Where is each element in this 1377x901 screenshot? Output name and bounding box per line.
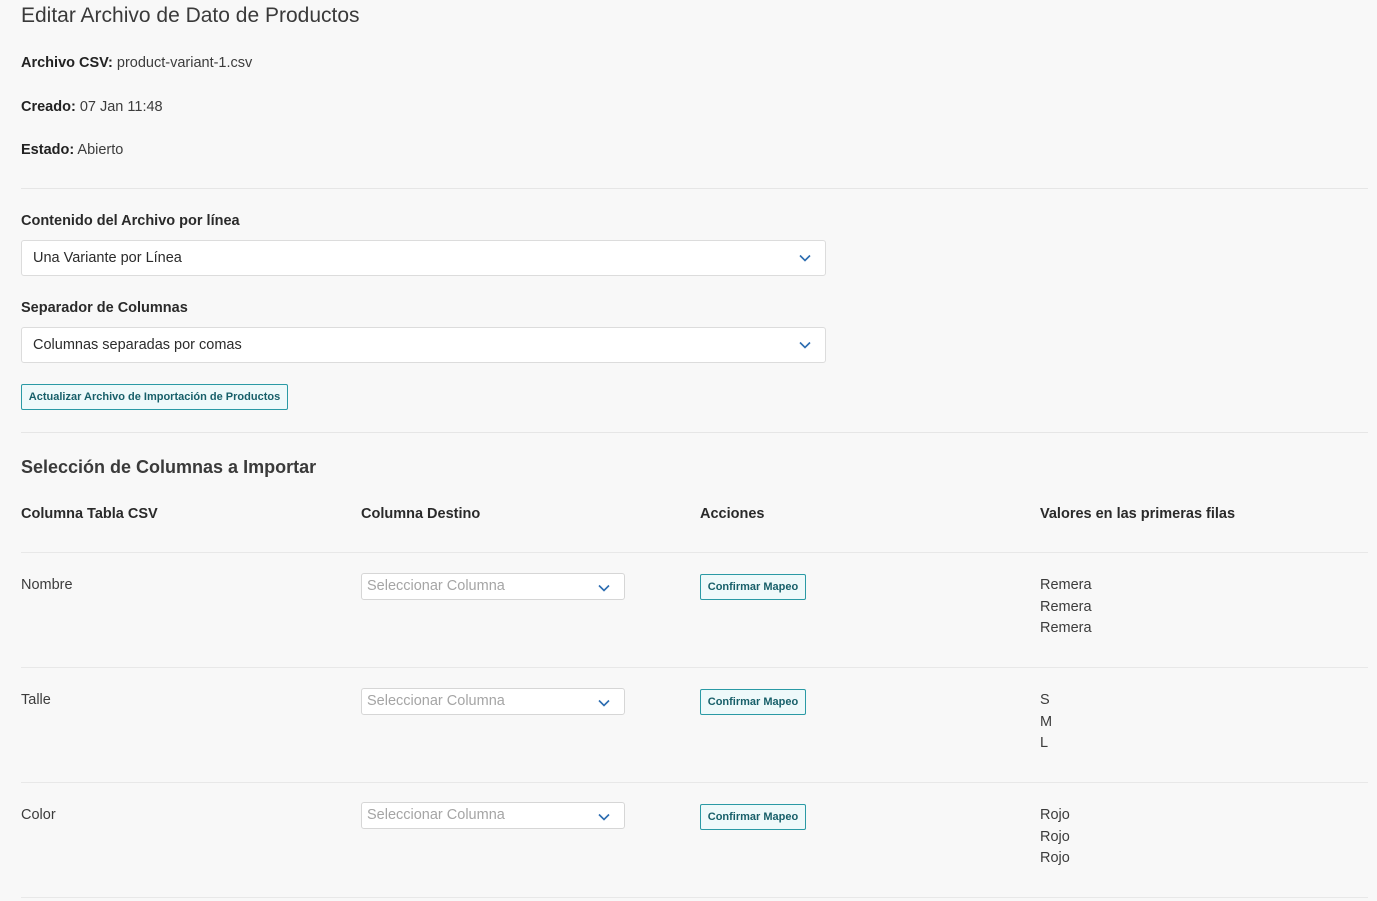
csv-column-name: Color <box>21 807 56 823</box>
created-label: Creado: <box>21 99 76 115</box>
column-separator-label: Separador de Columnas <box>21 300 188 316</box>
column-separator-value: Columnas separadas por comas <box>33 337 242 353</box>
column-separator-select[interactable]: Columnas separadas por comas <box>21 327 826 363</box>
created-value: 07 Jan 11:48 <box>79 99 163 115</box>
update-import-file-button[interactable]: Actualizar Archivo de Importación de Pro… <box>21 384 288 410</box>
content-per-line-label: Contenido del Archivo por línea <box>21 213 240 229</box>
confirm-mapping-button[interactable]: Confirmar Mapeo <box>700 804 806 830</box>
row-divider <box>21 782 1368 783</box>
chevron-down-icon <box>799 341 811 349</box>
confirm-mapping-button[interactable]: Confirmar Mapeo <box>700 689 806 715</box>
value-item: Remera <box>1040 598 1092 615</box>
target-column-select[interactable]: Seleccionar Columna <box>361 802 625 829</box>
value-item: Rojo <box>1040 807 1070 823</box>
first-row-values: Remera Remera Remera <box>1040 575 1092 640</box>
csv-file-value: product-variant-1.csv <box>116 55 253 71</box>
divider <box>21 188 1368 189</box>
first-row-values: Rojo Rojo Rojo <box>1040 805 1070 870</box>
confirm-mapping-button[interactable]: Confirmar Mapeo <box>700 574 806 600</box>
chevron-down-icon <box>598 699 610 707</box>
chevron-down-icon <box>598 813 610 821</box>
target-column-select[interactable]: Seleccionar Columna <box>361 688 625 715</box>
header-actions: Acciones <box>700 506 765 522</box>
edit-product-import-page: Editar Archivo de Dato de Productos Arch… <box>0 0 1377 901</box>
value-item: Remera <box>1040 577 1092 593</box>
first-row-values: S M L <box>1040 690 1052 755</box>
divider <box>21 432 1368 433</box>
row-divider <box>21 897 1368 898</box>
status-label: Estado: <box>21 142 75 158</box>
target-column-select[interactable]: Seleccionar Columna <box>361 573 625 600</box>
value-item: Rojo <box>1040 850 1070 866</box>
page-title: Editar Archivo de Dato de Productos <box>21 4 360 27</box>
target-column-placeholder: Seleccionar Columna <box>367 578 505 594</box>
csv-column-name: Talle <box>21 692 51 708</box>
column-selection-title: Selección de Columnas a Importar <box>21 457 317 477</box>
value-item: Rojo <box>1040 828 1070 845</box>
content-per-line-value: Una Variante por Línea <box>33 250 182 266</box>
header-csv-column: Columna Tabla CSV <box>21 506 158 522</box>
target-column-placeholder: Seleccionar Columna <box>367 693 505 709</box>
value-item: M <box>1040 713 1053 730</box>
csv-file-info: Archivo CSV: product-variant-1.csv <box>21 55 252 71</box>
csv-file-label: Archivo CSV: <box>21 55 113 71</box>
row-divider <box>21 552 1368 553</box>
header-target-column: Columna Destino <box>361 506 481 522</box>
content-per-line-select[interactable]: Una Variante por Línea <box>21 240 826 276</box>
created-info: Creado: 07 Jan 11:48 <box>21 99 163 115</box>
value-item: S <box>1040 692 1050 708</box>
status-info: Estado: Abierto <box>21 142 123 158</box>
chevron-down-icon <box>799 254 811 262</box>
value-item: L <box>1040 735 1049 751</box>
row-divider <box>21 667 1368 668</box>
status-value: Abierto <box>77 142 124 158</box>
target-column-placeholder: Seleccionar Columna <box>367 807 505 823</box>
value-item: Remera <box>1040 620 1092 636</box>
header-first-row-values: Valores en las primeras filas <box>1040 506 1236 522</box>
csv-column-name: Nombre <box>21 577 73 593</box>
chevron-down-icon <box>598 584 610 592</box>
